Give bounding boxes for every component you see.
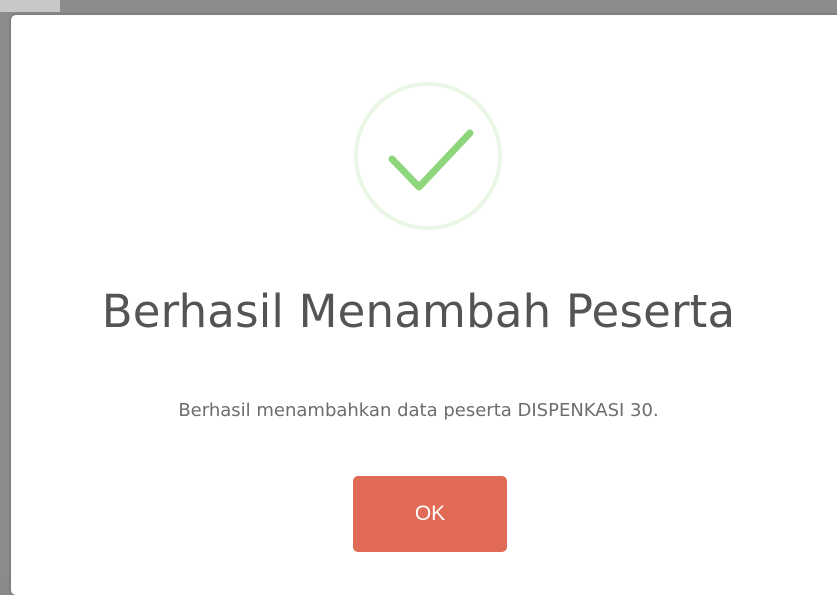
ok-button[interactable]: OK [353, 476, 507, 552]
success-dialog: Berhasil Menambah Peserta Berhasil menam… [11, 15, 837, 595]
dialog-message: Berhasil menambahkan data peserta DISPEN… [178, 400, 659, 421]
underlying-page-edge [0, 0, 60, 12]
dialog-title: Berhasil Menambah Peserta [101, 285, 736, 338]
success-check-icon [354, 82, 502, 230]
check-mark-icon [388, 129, 474, 191]
